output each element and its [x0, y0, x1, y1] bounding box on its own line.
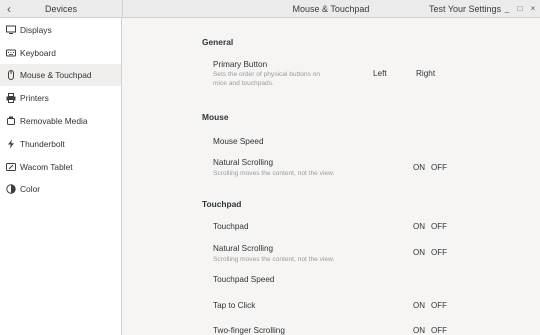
- touchpad-natural-scrolling-off[interactable]: OFF: [431, 248, 447, 257]
- thunderbolt-icon: [8, 139, 14, 149]
- section-touchpad-title: Touchpad: [202, 199, 242, 209]
- primary-button-label: Primary Button: [213, 60, 268, 69]
- two-finger-scrolling-off[interactable]: OFF: [431, 326, 447, 335]
- two-finger-scrolling-label: Two-finger Scrolling: [213, 326, 285, 335]
- touchpad-on[interactable]: ON: [413, 222, 425, 231]
- panel-title: Mouse & Touchpad: [292, 4, 370, 14]
- tablet-icon: [6, 163, 16, 171]
- tap-to-click-on[interactable]: ON: [413, 301, 425, 310]
- sidebar-item-label: Removable Media: [20, 116, 88, 126]
- color-icon: [6, 184, 16, 194]
- section-general-title: General: [202, 37, 234, 47]
- sidebar-item-label: Keyboard: [20, 48, 56, 58]
- sidebar-item-label: Wacom Tablet: [20, 162, 73, 172]
- close-icon[interactable]: ×: [528, 4, 538, 14]
- header-separator: [122, 0, 123, 18]
- mouse-natural-scrolling-description: Scrolling moves the content, not the vie…: [213, 170, 335, 177]
- minimize-icon[interactable]: _: [502, 4, 512, 14]
- touchpad-natural-scrolling-description: Scrolling moves the content, not the vie…: [213, 256, 335, 263]
- sidebar-item-thunderbolt[interactable]: Thunderbolt: [0, 133, 121, 155]
- sidebar-item-removable-media[interactable]: Removable Media: [0, 110, 121, 132]
- sidebar-item-wacom-tablet[interactable]: Wacom Tablet: [0, 156, 121, 178]
- display-icon: [6, 25, 16, 34]
- settings-panel: General Primary Button Sets the order of…: [123, 18, 540, 335]
- maximize-icon[interactable]: □: [515, 4, 525, 14]
- sidebar-item-label: Color: [20, 184, 41, 194]
- mouse-speed-label: Mouse Speed: [213, 137, 264, 146]
- keyboard-icon: [6, 49, 16, 57]
- sidebar-item-label: Printers: [20, 93, 49, 103]
- mouse-natural-scrolling-on[interactable]: ON: [413, 163, 425, 172]
- sidebar-item-mouse-touchpad[interactable]: Mouse & Touchpad: [0, 64, 121, 86]
- removable-media-icon: [7, 116, 15, 125]
- two-finger-scrolling-on[interactable]: ON: [413, 326, 425, 335]
- sidebar: Displays Keyboard Mouse & Touchpad Print…: [0, 18, 122, 335]
- sidebar-item-label: Displays: [20, 25, 52, 35]
- primary-right-option[interactable]: Right: [416, 69, 435, 78]
- touchpad-off[interactable]: OFF: [431, 222, 447, 231]
- touchpad-natural-scrolling-on[interactable]: ON: [413, 248, 425, 257]
- sidebar-item-displays[interactable]: Displays: [0, 19, 121, 41]
- touchpad-label: Touchpad: [213, 222, 249, 231]
- printer-icon: [6, 93, 16, 103]
- test-settings-button[interactable]: Test Your Settings: [425, 2, 505, 16]
- touchpad-speed-label: Touchpad Speed: [213, 275, 275, 284]
- mouse-icon: [8, 70, 14, 80]
- sidebar-item-printers[interactable]: Printers: [0, 87, 121, 109]
- tap-to-click-label: Tap to Click: [213, 301, 256, 310]
- touchpad-natural-scrolling-label: Natural Scrolling: [213, 244, 274, 253]
- sidebar-item-color[interactable]: Color: [0, 178, 121, 200]
- primary-button-description: Sets the order of physical buttons on: [213, 71, 321, 78]
- section-mouse-title: Mouse: [202, 112, 229, 122]
- primary-left-option[interactable]: Left: [373, 69, 387, 78]
- sidebar-item-label: Mouse & Touchpad: [20, 70, 92, 80]
- sidebar-item-label: Thunderbolt: [20, 139, 65, 149]
- tap-to-click-off[interactable]: OFF: [431, 301, 447, 310]
- mouse-natural-scrolling-label: Natural Scrolling: [213, 158, 274, 167]
- sidebar-title: Devices: [44, 4, 77, 14]
- mouse-natural-scrolling-off[interactable]: OFF: [431, 163, 447, 172]
- primary-button-description-2: mice and touchpads.: [213, 80, 274, 87]
- header-bar: ‹ Devices Mouse & Touchpad Test Your Set…: [0, 0, 540, 18]
- sidebar-item-keyboard[interactable]: Keyboard: [0, 42, 121, 64]
